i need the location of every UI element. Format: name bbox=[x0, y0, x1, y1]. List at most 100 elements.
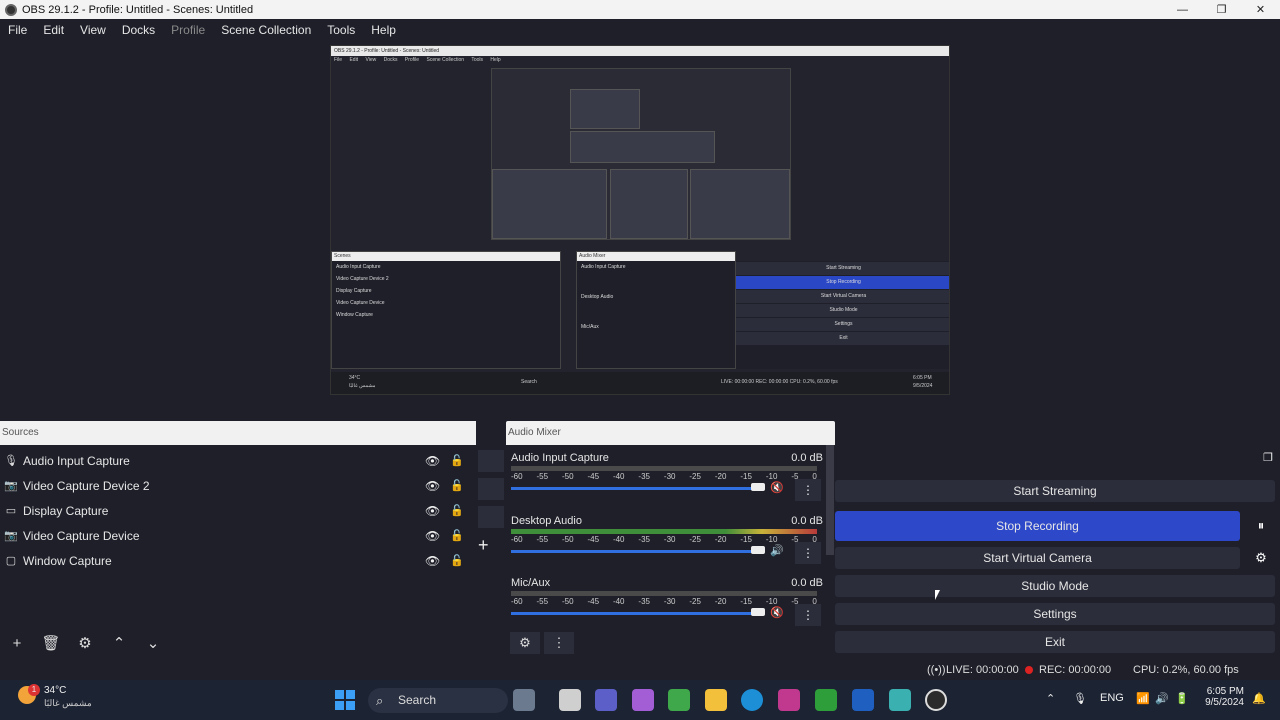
menu-file[interactable]: File bbox=[0, 23, 35, 37]
source-item[interactable]: 🎙 Audio Input Capture 👁 🔓 bbox=[0, 448, 476, 473]
menu-view[interactable]: View bbox=[72, 23, 114, 37]
virtual-camera-gear-icon[interactable]: ⚙ bbox=[1247, 543, 1275, 573]
hidden-dock-item bbox=[478, 506, 504, 528]
exit-button[interactable]: Exit bbox=[835, 631, 1275, 653]
system-clock[interactable]: 6:05 PM 9/5/2024 bbox=[1200, 686, 1244, 708]
eye-icon[interactable]: 👁 bbox=[425, 479, 440, 493]
source-item[interactable]: 📷 Video Capture Device 👁 🔓 bbox=[0, 523, 476, 548]
settings-button[interactable]: Settings bbox=[835, 603, 1275, 625]
task-view-icon[interactable] bbox=[559, 689, 581, 711]
weather-widget[interactable]: 1 34°C مشمس غالبًا bbox=[18, 684, 92, 708]
speaker-icon[interactable]: 🔊 bbox=[770, 544, 784, 557]
microphone-tray-icon[interactable]: 🎙 bbox=[1073, 692, 1087, 705]
app-icon[interactable] bbox=[889, 689, 911, 711]
channel-menu-button[interactable]: ⋮ bbox=[795, 479, 821, 501]
wifi-icon[interactable]: 📶 bbox=[1136, 692, 1150, 705]
sources-dock: Sources 🎙 Audio Input Capture 👁 🔓 📷 Vide… bbox=[0, 421, 476, 660]
advanced-audio-gear-icon[interactable]: ⚙ bbox=[510, 632, 540, 654]
add-source-button[interactable]: + bbox=[0, 635, 34, 652]
eye-icon[interactable]: 👁 bbox=[425, 454, 440, 468]
preview-display[interactable]: OBS 29.1.2 - Profile: Untitled - Scenes:… bbox=[330, 45, 950, 395]
volume-icon[interactable]: 🔊 bbox=[1155, 692, 1169, 705]
menu-tools[interactable]: Tools bbox=[319, 23, 363, 37]
tick: -15 bbox=[740, 472, 752, 481]
muted-speaker-icon[interactable]: 🔇 bbox=[770, 606, 784, 619]
windows-start-icon[interactable] bbox=[335, 690, 355, 710]
taskbar-search[interactable]: ⌕ Search bbox=[368, 688, 508, 713]
source-item[interactable]: ▭ Display Capture 👁 🔓 bbox=[0, 498, 476, 523]
language-indicator[interactable]: ENG bbox=[1100, 692, 1124, 704]
window-icon: ▢ bbox=[5, 555, 17, 567]
obs-taskbar-icon[interactable] bbox=[925, 689, 947, 711]
volume-slider-handle[interactable] bbox=[751, 608, 765, 616]
lock-icon[interactable]: 🔓 bbox=[450, 454, 464, 467]
notification-bell-icon[interactable]: 🔔 bbox=[1252, 692, 1266, 705]
start-streaming-button[interactable]: Start Streaming bbox=[835, 480, 1275, 502]
volume-slider[interactable] bbox=[511, 612, 761, 615]
eye-icon[interactable]: 👁 bbox=[425, 504, 440, 518]
remove-source-button[interactable]: 🗑 bbox=[34, 634, 68, 652]
tick: -55 bbox=[536, 535, 549, 544]
edge-dev-icon[interactable] bbox=[668, 689, 690, 711]
hidden-dock-item bbox=[478, 478, 504, 500]
source-properties-button[interactable]: ⚙ bbox=[68, 634, 102, 652]
menu-edit[interactable]: Edit bbox=[35, 23, 72, 37]
move-down-button[interactable]: ⌄ bbox=[136, 634, 170, 652]
menu-docks[interactable]: Docks bbox=[114, 23, 163, 37]
widgets-app-icon[interactable] bbox=[513, 689, 535, 711]
word-icon[interactable] bbox=[852, 689, 874, 711]
source-item[interactable]: ▢ Window Capture 👁 🔓 bbox=[0, 548, 476, 573]
volume-slider-handle[interactable] bbox=[751, 546, 765, 554]
maximize-button[interactable]: ❐ bbox=[1202, 0, 1241, 19]
tray-chevron-icon[interactable]: ⌃ bbox=[1046, 692, 1055, 705]
nested-preview-block bbox=[570, 89, 640, 129]
eye-icon[interactable]: 👁 bbox=[425, 554, 440, 568]
menu-profile[interactable]: Profile bbox=[163, 23, 213, 37]
source-label: Audio Input Capture bbox=[23, 453, 130, 468]
volume-slider-handle[interactable] bbox=[751, 483, 765, 491]
channel-menu-button[interactable]: ⋮ bbox=[795, 604, 821, 626]
instagram-icon[interactable] bbox=[778, 689, 800, 711]
edge-browser-icon[interactable] bbox=[741, 689, 763, 711]
clock-time: 6:05 PM bbox=[1206, 686, 1244, 697]
eye-icon[interactable]: 👁 bbox=[425, 529, 440, 543]
undock-icon[interactable]: ❐ bbox=[1263, 451, 1273, 464]
volume-slider[interactable] bbox=[511, 487, 761, 490]
battery-icon[interactable]: 🔋 bbox=[1175, 692, 1189, 705]
tick: -40 bbox=[612, 472, 625, 481]
lock-icon[interactable]: 🔓 bbox=[450, 554, 464, 567]
file-explorer-icon[interactable] bbox=[705, 689, 727, 711]
menu-help[interactable]: Help bbox=[363, 23, 404, 37]
add-scene-button[interactable]: + bbox=[478, 535, 489, 556]
volume-slider[interactable] bbox=[511, 550, 761, 553]
controls-dock: ❐ Start Streaming Stop Recording ⏸ Start… bbox=[835, 446, 1280, 660]
menu-scene-collection[interactable]: Scene Collection bbox=[213, 23, 319, 37]
channel-menu-button[interactable]: ⋮ bbox=[795, 542, 821, 564]
copilot-icon[interactable] bbox=[632, 689, 654, 711]
mixer-scrollbar[interactable] bbox=[826, 445, 834, 555]
tick: -10 bbox=[765, 472, 778, 481]
minimize-button[interactable]: — bbox=[1163, 0, 1202, 19]
stop-recording-button[interactable]: Stop Recording bbox=[835, 511, 1240, 541]
microphone-icon: 🎙 bbox=[4, 455, 18, 467]
rec-status-wrap: REC: 00:00:00 bbox=[1025, 664, 1111, 676]
close-button[interactable]: ✕ bbox=[1241, 0, 1280, 19]
nested-preview-block bbox=[690, 169, 790, 239]
lock-icon[interactable]: 🔓 bbox=[450, 479, 464, 492]
tick: -50 bbox=[561, 597, 574, 606]
source-item[interactable]: 📷 Video Capture Device 2 👁 🔓 bbox=[0, 473, 476, 498]
lock-icon[interactable]: 🔓 bbox=[450, 504, 464, 517]
preview-menu: File Edit View Docks Profile Scene Colle… bbox=[331, 56, 949, 64]
lock-icon[interactable]: 🔓 bbox=[450, 529, 464, 542]
start-virtual-camera-button[interactable]: Start Virtual Camera bbox=[835, 547, 1240, 569]
muted-speaker-icon[interactable]: 🔇 bbox=[770, 481, 784, 494]
camera-icon: 📷 bbox=[4, 530, 18, 542]
teams-chat-icon[interactable] bbox=[595, 689, 617, 711]
tick: -10 bbox=[765, 535, 778, 544]
xbox-icon[interactable] bbox=[815, 689, 837, 711]
mixer-menu-button[interactable]: ⋮ bbox=[544, 632, 574, 654]
move-up-button[interactable]: ⌃ bbox=[102, 634, 136, 652]
pause-icon[interactable]: ⏸ bbox=[1247, 511, 1275, 541]
weather-temp: 34°C bbox=[44, 685, 67, 696]
studio-mode-button[interactable]: Studio Mode bbox=[835, 575, 1275, 597]
